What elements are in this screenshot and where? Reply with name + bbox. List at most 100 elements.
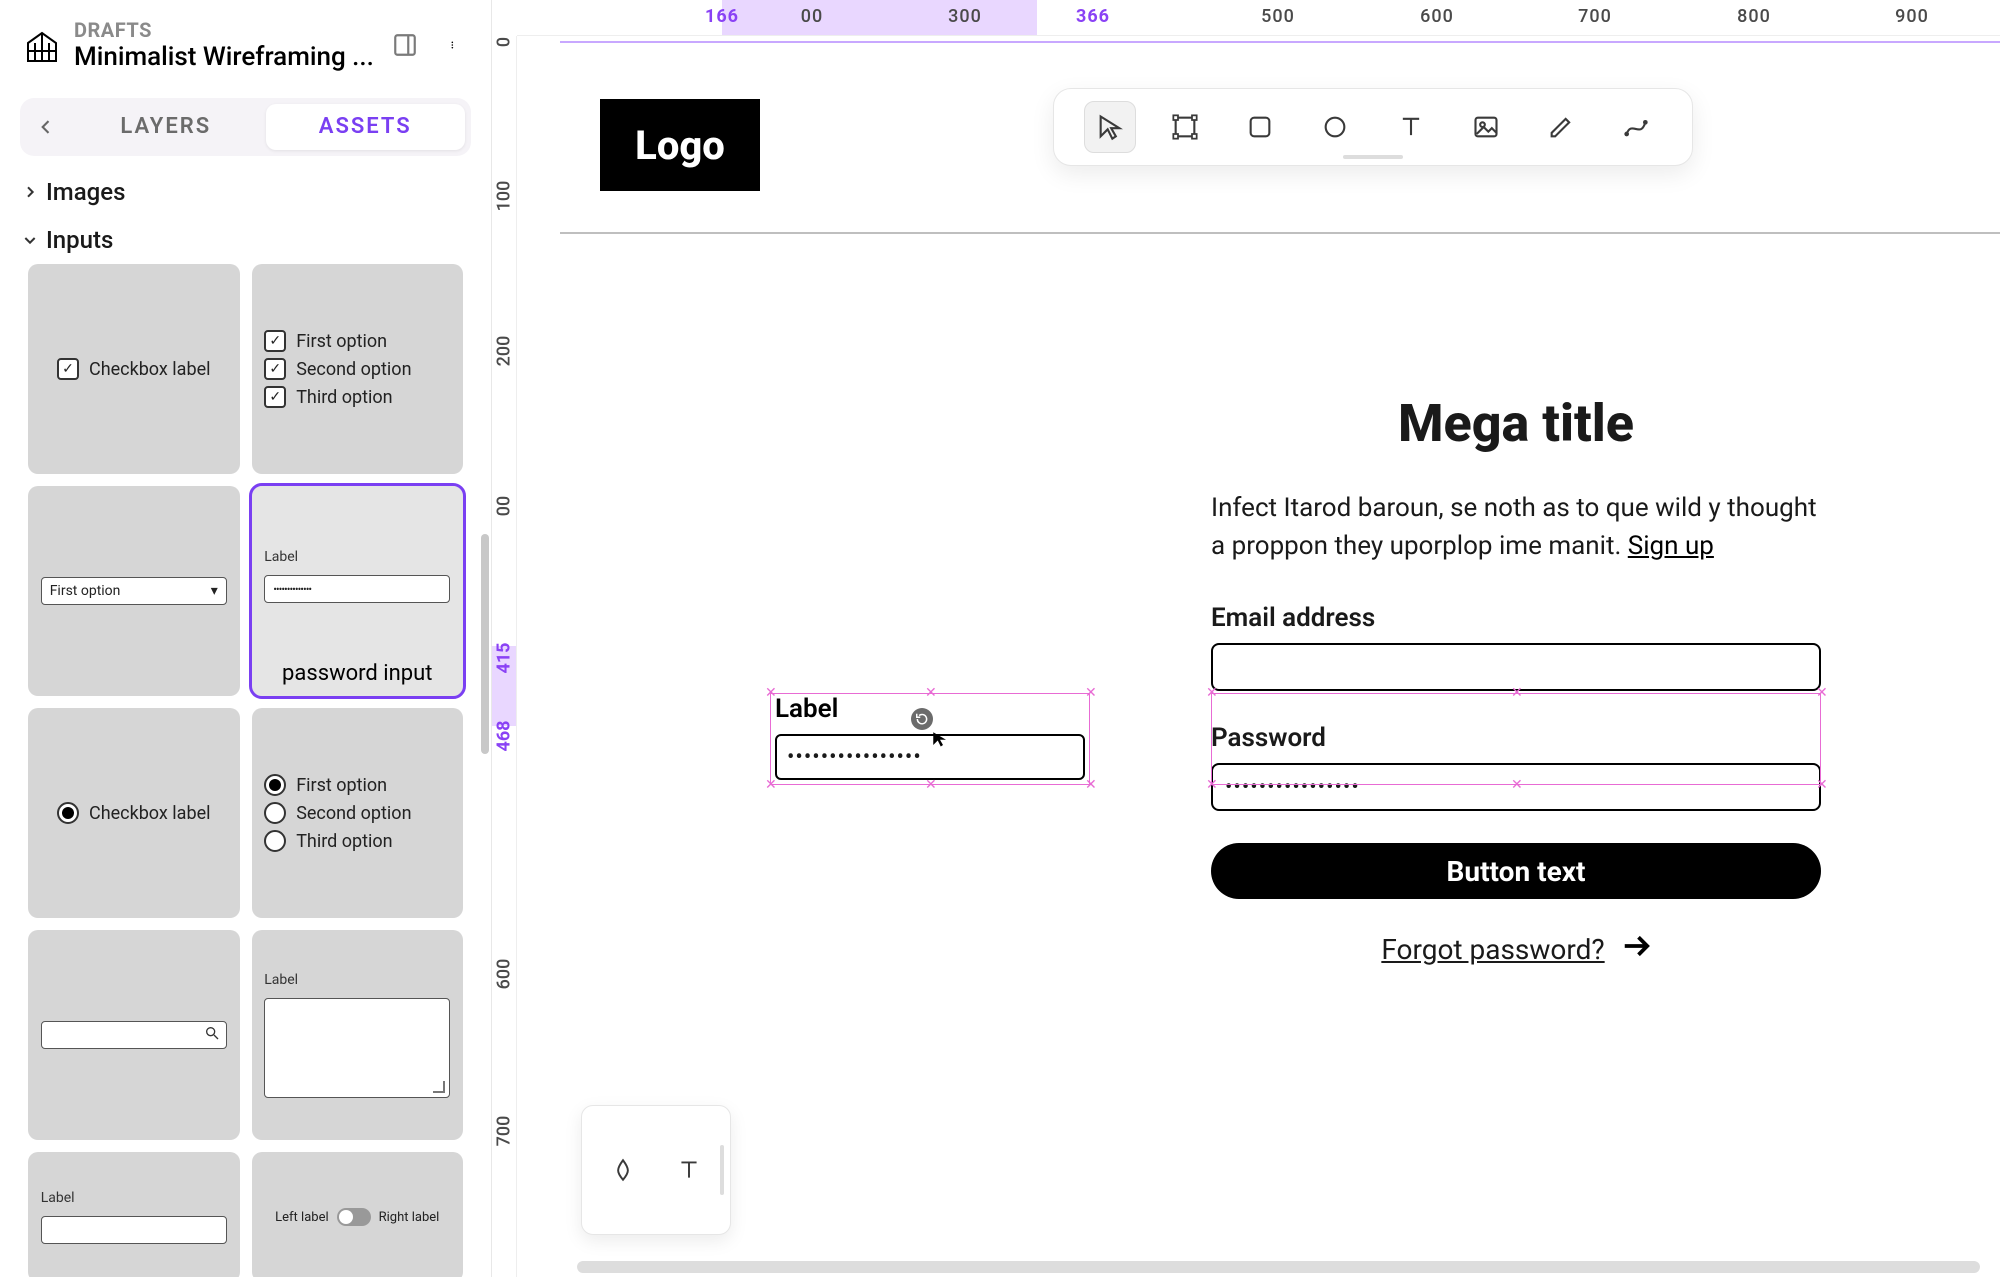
tree-group-inputs[interactable]: Inputs <box>16 216 475 264</box>
checkbox-icon: ✓ <box>57 358 79 380</box>
tool-frame[interactable] <box>1159 101 1211 153</box>
asset-text: Second option <box>296 803 411 824</box>
tool-path[interactable] <box>1610 101 1662 153</box>
selection-handle[interactable]: ✕ <box>1206 780 1216 790</box>
forgot-password-link[interactable]: Forgot password? <box>1381 933 1604 966</box>
chevron-down-icon <box>20 232 40 248</box>
mini-palette[interactable] <box>581 1105 731 1235</box>
tab-layers[interactable]: LAYERS <box>66 104 266 150</box>
tool-rectangle[interactable] <box>1234 101 1286 153</box>
asset-toggle[interactable]: Left label Right label <box>252 1152 464 1277</box>
tool-pencil[interactable] <box>1535 101 1587 153</box>
asset-textarea[interactable]: Label <box>252 930 464 1140</box>
selection-handle[interactable]: ✕ <box>1085 780 1095 790</box>
ruler-tick: 600 <box>1420 6 1454 27</box>
selection-box-dragged[interactable]: Label •••••••••••••••• ✕ ✕ ✕ ✕ ✕ ✕ <box>770 693 1090 785</box>
asset-text: Third option <box>296 387 392 408</box>
mega-title[interactable]: Mega title <box>1211 393 1821 454</box>
selection-handle[interactable]: ✕ <box>765 688 775 698</box>
asset-text: Second option <box>296 359 411 380</box>
arrow-right-icon <box>1621 931 1651 968</box>
palette-text-icon[interactable] <box>674 1155 704 1185</box>
asset-password-dots: •••••••••••••• <box>264 575 450 603</box>
ruler-tick: 700 <box>494 1116 515 1147</box>
asset-text-input[interactable]: Label <box>28 1152 240 1277</box>
signup-link[interactable]: Sign up <box>1628 531 1714 561</box>
text-input-preview <box>41 1216 227 1244</box>
toggle-icon <box>337 1208 371 1226</box>
tree-label: Inputs <box>46 226 113 254</box>
selection-handle[interactable]: ✕ <box>1816 688 1826 698</box>
asset-search-input[interactable] <box>28 930 240 1140</box>
asset-text: First option <box>50 583 121 599</box>
ruler-tick: 500 <box>1261 6 1295 27</box>
ruler-tick: 0 <box>494 37 515 47</box>
selection-handle[interactable]: ✕ <box>925 688 935 698</box>
checkbox-icon: ✓ <box>264 358 286 380</box>
tool-image[interactable] <box>1460 101 1512 153</box>
asset-text: Checkbox label <box>89 803 211 824</box>
asset-text: Checkbox label <box>89 359 211 380</box>
artboard[interactable]: Logo Mega title Infect Itarod baroun, se… <box>560 41 2000 1252</box>
asset-text: Label <box>264 549 450 565</box>
paragraph-text: Infect Itarod baroun, se noth as to que … <box>1211 493 1817 561</box>
assets-scrollbar[interactable] <box>481 534 489 754</box>
selection-handle[interactable]: ✕ <box>1816 780 1826 790</box>
selection-handle[interactable]: ✕ <box>1085 688 1095 698</box>
dragged-password-field[interactable]: •••••••••••••••• <box>775 734 1085 780</box>
asset-text: Label <box>41 1190 227 1206</box>
tree-group-images[interactable]: Images <box>16 168 475 216</box>
ruler-tick: 100 <box>494 181 515 212</box>
ruler-horizontal[interactable]: 166 00 300 366 500 600 700 800 900 <box>517 0 2000 36</box>
tool-ellipse[interactable] <box>1309 101 1361 153</box>
section-label: DRAFTS <box>74 18 383 42</box>
textarea-preview <box>264 998 450 1098</box>
more-menu-icon[interactable] <box>441 31 469 59</box>
toolbar-grip[interactable] <box>1343 155 1403 159</box>
ruler-tick: 900 <box>1895 6 1929 27</box>
submit-button[interactable]: Button text <box>1211 843 1821 899</box>
project-name[interactable]: Minimalist Wireframing ... <box>74 42 383 72</box>
asset-checkbox-single[interactable]: ✓ Checkbox label <box>28 264 240 474</box>
ruler-tick: 366 <box>1076 6 1110 27</box>
checkbox-icon: ✓ <box>264 330 286 352</box>
radio-icon <box>264 774 286 796</box>
ruler-h-highlight <box>722 0 1037 35</box>
rotate-handle[interactable] <box>911 708 933 730</box>
logo-block[interactable]: Logo <box>600 99 760 191</box>
asset-checkbox-group[interactable]: ✓ First option ✓ Second option ✓ Third opti… <box>252 264 464 474</box>
checkbox-icon: ✓ <box>264 386 286 408</box>
canvas-toolbar[interactable] <box>1053 88 1693 166</box>
asset-select[interactable]: First option ▾ <box>28 486 240 696</box>
intro-paragraph[interactable]: Infect Itarod baroun, se noth as to que … <box>1211 490 1821 565</box>
ruler-tick: 00 <box>494 496 515 516</box>
tool-text[interactable] <box>1385 101 1437 153</box>
radio-icon <box>57 802 79 824</box>
panel-toggle-icon[interactable] <box>391 31 419 59</box>
canvas-hscrollbar[interactable] <box>577 1261 1980 1273</box>
selection-handle[interactable]: ✕ <box>925 780 935 790</box>
selection-handle[interactable]: ✕ <box>1511 688 1521 698</box>
asset-text: Left label <box>275 1210 328 1225</box>
ruler-vertical[interactable]: 0 100 200 00 415 468 600 700 <box>492 36 517 1277</box>
tabs-back-button[interactable] <box>26 117 66 137</box>
asset-text: First option <box>296 775 387 796</box>
ruler-tick: 700 <box>1578 6 1612 27</box>
palette-drop-icon[interactable] <box>608 1155 638 1185</box>
ruler-tick: 300 <box>948 6 982 27</box>
palette-grip[interactable] <box>720 1145 724 1195</box>
asset-radio-group[interactable]: First option Second option Third option <box>252 708 464 918</box>
selection-handle[interactable]: ✕ <box>765 780 775 790</box>
tab-assets[interactable]: ASSETS <box>266 104 466 150</box>
selection-box-password[interactable]: ✕ ✕ ✕ ✕ ✕ ✕ <box>1211 693 1821 785</box>
selection-handle[interactable]: ✕ <box>1206 688 1216 698</box>
asset-password-input[interactable]: Label •••••••••••••• password input <box>252 486 464 696</box>
ruler-tick: 200 <box>494 336 515 367</box>
ruler-tick: 600 <box>494 959 515 990</box>
selection-handle[interactable]: ✕ <box>1511 780 1521 790</box>
asset-radio-single[interactable]: Checkbox label <box>28 708 240 918</box>
asset-text: First option <box>296 331 387 352</box>
tool-select[interactable] <box>1084 101 1136 153</box>
email-label[interactable]: Email address <box>1211 603 1821 633</box>
header-divider <box>560 232 2000 234</box>
